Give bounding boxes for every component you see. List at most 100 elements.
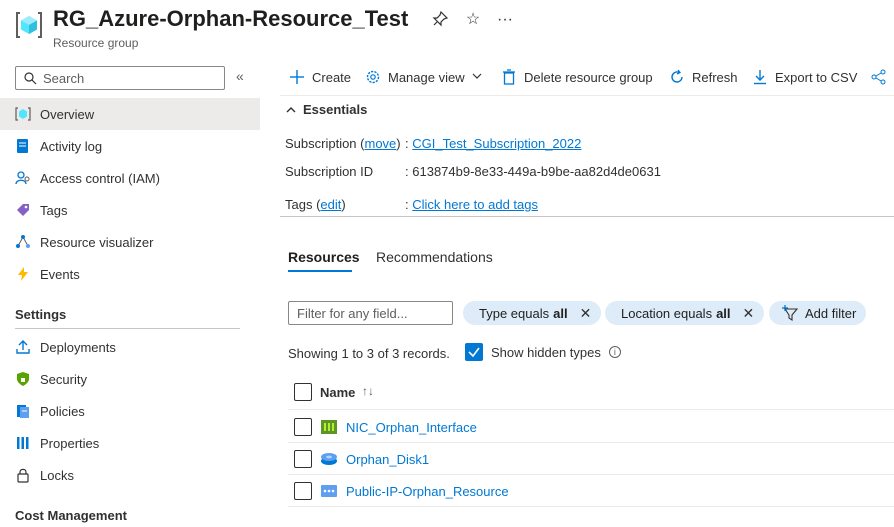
show-hidden-types-label: Show hidden types <box>491 344 601 360</box>
close-icon[interactable]: ✕ <box>580 305 592 322</box>
sidebar-item-label: Security <box>40 371 87 387</box>
security-icon <box>15 371 31 387</box>
tag-icon <box>15 202 31 218</box>
tags-key-end: ) <box>341 197 346 212</box>
search-input[interactable] <box>43 70 213 86</box>
select-all-checkbox[interactable] <box>294 383 312 401</box>
query-graph-icon <box>870 68 888 86</box>
add-filter-button[interactable]: Add filter <box>769 301 867 325</box>
star-icon[interactable]: ☆ <box>464 11 482 29</box>
edit-tags-link[interactable]: edit <box>320 197 341 212</box>
deployments-icon <box>15 339 31 355</box>
resource-link[interactable]: Orphan_Disk1 <box>346 452 429 467</box>
disk-icon <box>321 453 337 465</box>
refresh-label: Refresh <box>692 69 738 85</box>
sidebar-item-access-control[interactable]: Access control (IAM) <box>0 162 260 194</box>
tags-key: Tags (edit) <box>285 197 346 212</box>
sidebar-item-security[interactable]: Security <box>0 363 260 395</box>
table-row: Orphan_Disk1 <box>288 443 894 475</box>
active-tab-indicator <box>288 270 352 272</box>
page-subtitle: Resource group <box>53 36 139 50</box>
essentials-label: Essentials <box>303 102 368 117</box>
close-icon[interactable]: ✕ <box>743 305 755 322</box>
subscription-id-text: 613874b9-8e33-449a-b9be-aa82d4de0631 <box>412 164 661 179</box>
sidebar-item-overview[interactable]: Overview <box>0 98 260 130</box>
filter-input[interactable] <box>288 301 453 325</box>
table-row: NIC_Orphan_Interface <box>288 411 894 443</box>
type-filter-label: Type equals <box>479 305 550 321</box>
sidebar-search[interactable] <box>15 66 225 90</box>
public-ip-icon <box>321 485 337 497</box>
sidebar-item-events[interactable]: Events <box>0 258 260 290</box>
grid-header: Name ↑↓ <box>288 376 894 410</box>
sidebar-item-label: Resource visualizer <box>40 234 154 250</box>
sidebar-item-tags[interactable]: Tags <box>0 194 260 226</box>
type-filter-value: all <box>553 305 568 321</box>
row-checkbox[interactable] <box>294 450 312 468</box>
sidebar-item-label: Activity log <box>40 138 103 154</box>
sidebar-item-locks[interactable]: Locks <box>0 459 260 491</box>
table-row: Public-IP-Orphan_Resource <box>288 475 894 507</box>
create-button[interactable]: Create <box>288 68 351 86</box>
checkmark-icon <box>468 347 480 358</box>
colon: : <box>405 136 409 151</box>
sidebar-item-label: Tags <box>40 202 68 218</box>
show-hidden-types-toggle[interactable]: Show hidden types i <box>465 343 621 361</box>
trash-icon <box>500 68 518 86</box>
visualizer-icon <box>15 234 31 250</box>
tags-key-text: Tags ( <box>285 197 321 212</box>
pin-icon[interactable] <box>431 10 449 29</box>
create-label: Create <box>312 69 352 85</box>
move-subscription-link[interactable]: move <box>364 136 396 151</box>
more-icon[interactable]: ··· <box>496 11 514 29</box>
plus-icon <box>288 68 306 86</box>
sidebar-item-properties[interactable]: Properties <box>0 427 260 459</box>
row-checkbox[interactable] <box>294 482 312 500</box>
sort-icon[interactable]: ↑↓ <box>362 384 374 398</box>
info-icon[interactable]: i <box>608 346 621 358</box>
colon: : <box>405 197 409 212</box>
resource-link[interactable]: NIC_Orphan_Interface <box>346 420 477 435</box>
manage-view-label: Manage view <box>388 69 465 85</box>
row-checkbox[interactable] <box>294 418 312 436</box>
export-csv-button[interactable]: Export to CSV <box>751 68 857 86</box>
overview-icon <box>15 106 31 122</box>
refresh-button[interactable]: Refresh <box>668 68 738 86</box>
subscription-key-end: ) <box>396 136 401 151</box>
properties-icon <box>15 435 31 451</box>
sidebar-item-deployments[interactable]: Deployments <box>0 331 260 363</box>
name-column-header[interactable]: Name <box>320 385 355 400</box>
essentials-toggle[interactable]: Essentials <box>285 102 367 117</box>
resource-link[interactable]: Public-IP-Orphan_Resource <box>346 484 509 499</box>
export-label: Export to CSV <box>775 69 858 85</box>
settings-divider <box>15 328 240 329</box>
manage-view-button[interactable]: Manage view <box>364 68 483 86</box>
delete-label: Delete resource group <box>524 69 653 85</box>
policies-icon <box>15 403 31 419</box>
type-filter-pill[interactable]: Type equals all ✕ <box>463 301 602 325</box>
sidebar-item-label: Overview <box>40 106 95 122</box>
records-count: Showing 1 to 3 of 3 records. <box>288 346 450 361</box>
command-bar: Create Manage view Delete resource group… <box>280 64 894 94</box>
sidebar-item-activity-log[interactable]: Activity log <box>0 130 260 162</box>
page-title: RG_Azure-Orphan-Resource_Test <box>53 6 409 31</box>
sidebar-item-label: Policies <box>40 403 85 419</box>
tab-recommendations[interactable]: Recommendations <box>376 249 493 265</box>
toolbar-divider <box>280 95 894 96</box>
refresh-icon <box>668 68 686 86</box>
sidebar-item-resource-visualizer[interactable]: Resource visualizer <box>0 226 260 258</box>
sidebar-item-label: Deployments <box>40 339 116 355</box>
show-hidden-types-checkbox[interactable] <box>465 343 483 361</box>
cost-management-section-header: Cost Management <box>15 508 127 523</box>
location-filter-value: all <box>716 305 731 321</box>
collapse-sidebar-button[interactable]: « <box>236 68 244 84</box>
open-query-button[interactable] <box>870 68 894 86</box>
sidebar-item-policies[interactable]: Policies <box>0 395 260 427</box>
subscription-key: Subscription (move) <box>285 136 401 151</box>
essentials-divider <box>280 216 894 217</box>
add-tags-link[interactable]: Click here to add tags <box>412 197 538 212</box>
tab-resources[interactable]: Resources <box>288 249 360 265</box>
delete-resource-group-button[interactable]: Delete resource group <box>500 68 653 86</box>
location-filter-pill[interactable]: Location equals all ✕ <box>605 301 765 325</box>
subscription-link[interactable]: CGI_Test_Subscription_2022 <box>412 136 581 151</box>
